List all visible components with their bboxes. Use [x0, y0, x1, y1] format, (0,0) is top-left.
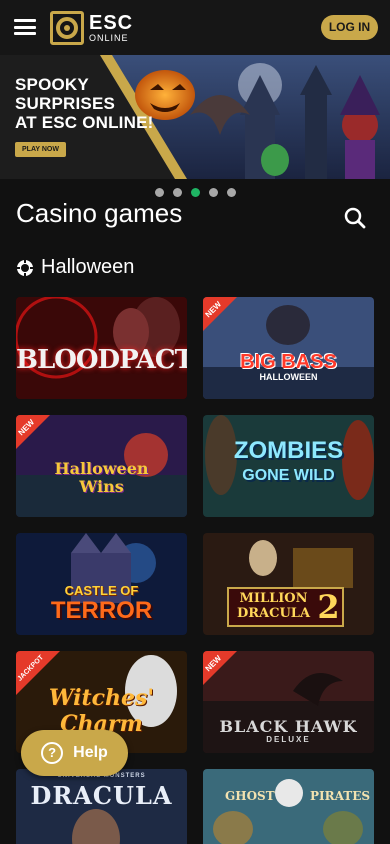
- banner-title: SPOOKY SURPRISES AT ESC ONLINE!: [15, 75, 154, 132]
- carousel-dot[interactable]: [208, 188, 218, 197]
- help-label: Help: [73, 744, 108, 761]
- game-title: Halloween: [54, 459, 149, 478]
- game-tile-dracula[interactable]: UNIVERSAL MONSTERS DRACULA: [16, 769, 187, 844]
- game-title: BLOODPACT: [16, 345, 187, 375]
- logo-subtext: ONLINE: [89, 33, 129, 43]
- game-tile-bloodpact[interactable]: BLOODPACT: [16, 297, 187, 399]
- help-icon: ?: [41, 742, 64, 764]
- carousel-dot-active[interactable]: [190, 188, 200, 197]
- logo-mark-icon: [50, 11, 84, 45]
- logo-text: ESC: [89, 12, 134, 34]
- game-title: DRACULA: [30, 781, 173, 810]
- game-tile-ghost-pirates[interactable]: GHOST PIRATES: [203, 769, 374, 844]
- game-subtitle: GONE WILD: [242, 467, 335, 484]
- play-now-button[interactable]: PLAY NOW: [15, 142, 66, 157]
- game-subtitle: DELUXE: [266, 735, 311, 744]
- game-title: Witches': [48, 685, 155, 711]
- search-icon[interactable]: [343, 206, 367, 230]
- category-label: Halloween: [41, 256, 135, 278]
- game-tile-million-dracula-2[interactable]: MILLION DRACULA 2: [203, 533, 374, 635]
- game-tile-zombies-gone-wild[interactable]: ZOMBIES GONE WILD: [203, 415, 374, 517]
- carousel-dots: [0, 188, 390, 198]
- game-tile-big-bass-halloween[interactable]: BIG BASS HALLOWEEN NEW: [203, 297, 374, 399]
- game-subtitle: TERROR: [50, 597, 153, 624]
- game-artwork: [203, 415, 374, 517]
- carousel-dot[interactable]: [154, 188, 164, 197]
- top-bar: ESC ONLINE LOG IN: [0, 0, 390, 55]
- game-tile-halloween-wins[interactable]: Halloween Wins NEW: [16, 415, 187, 517]
- category-chip-icon: [17, 259, 33, 276]
- carousel-dot[interactable]: [226, 188, 236, 197]
- carousel-dot[interactable]: [172, 188, 182, 197]
- login-button[interactable]: LOG IN: [321, 15, 378, 40]
- game-title: BIG BASS: [240, 351, 337, 373]
- game-subtitle: HALLOWEEN: [259, 372, 318, 382]
- page-title: Casino games: [16, 198, 183, 228]
- game-artwork: [203, 769, 374, 844]
- promo-banner[interactable]: SPOOKY SURPRISES AT ESC ONLINE! PLAY NOW: [0, 55, 390, 179]
- logo[interactable]: ESC ONLINE: [50, 10, 133, 46]
- game-tile-black-hawk-deluxe[interactable]: BLACK HAWK DELUXE NEW: [203, 651, 374, 753]
- category-header: Halloween: [16, 256, 134, 279]
- menu-icon[interactable]: [14, 19, 36, 35]
- game-title: ZOMBIES: [233, 437, 344, 464]
- game-artwork: [203, 297, 374, 399]
- game-title: CASTLE OF: [64, 583, 139, 598]
- game-tile-castle-of-terror[interactable]: CASTLE OF TERROR: [16, 533, 187, 635]
- help-button[interactable]: ? Help: [21, 730, 128, 776]
- game-title: GHOST: [225, 789, 275, 803]
- game-title: BLACK HAWK: [219, 717, 358, 736]
- game-subtitle: PIRATES: [310, 789, 371, 803]
- game-subtitle: Wins: [79, 477, 124, 496]
- game-number: 2: [317, 588, 340, 626]
